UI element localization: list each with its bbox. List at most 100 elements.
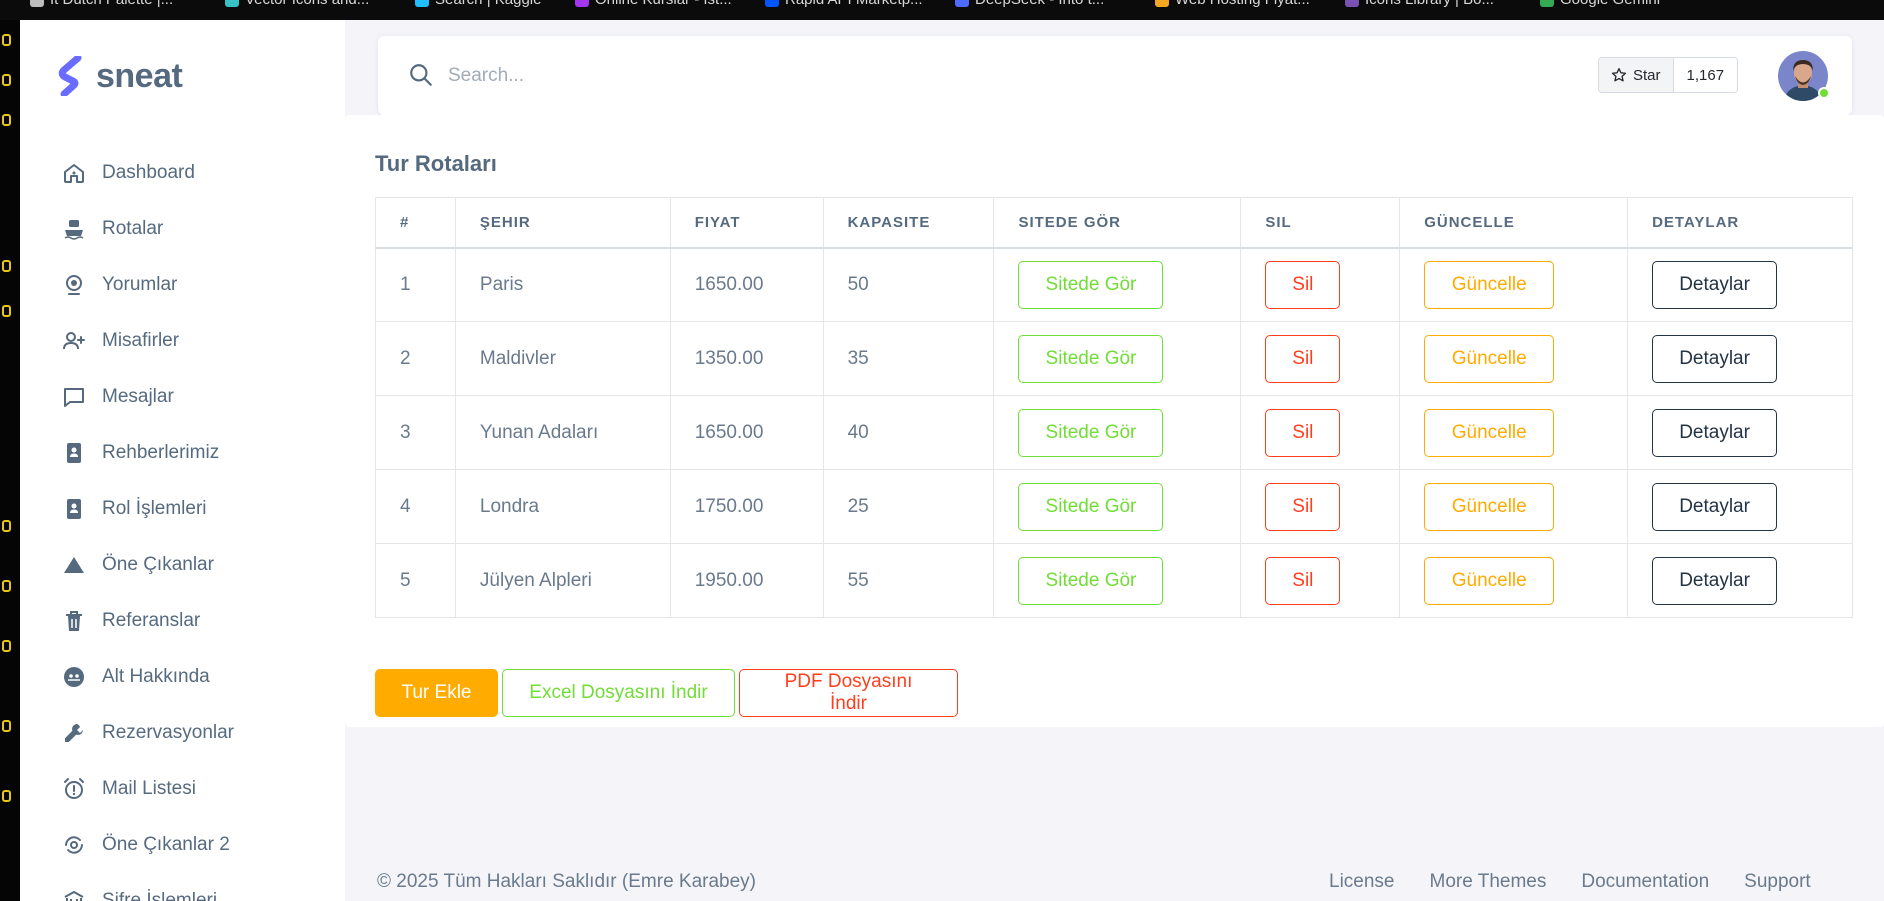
download-excel-button[interactable]: Excel Dosyasını İndir — [502, 669, 735, 717]
sidebar-item-rol-i-lemleri[interactable]: Rol İşlemleri — [60, 481, 330, 537]
bookmark-item[interactable]: Rapid API Marketp... — [765, 0, 923, 8]
footer-copyright: © 2025 Tüm Hakları Saklıdır (Emre Karabe… — [377, 871, 757, 892]
column-header[interactable]: KAPASITE — [822, 197, 995, 249]
bookmark-item[interactable]: Icons Library | Bo... — [1345, 0, 1494, 8]
dock-icon[interactable] — [2, 520, 11, 532]
sidebar-item-mesajlar[interactable]: Mesajlar — [60, 369, 330, 425]
view-on-site-button[interactable]: Sitede Gör — [1018, 408, 1164, 457]
footer-link-documentation[interactable]: Documentation — [1581, 871, 1709, 893]
sidebar-item-yorumlar[interactable]: Yorumlar — [60, 257, 330, 313]
cell-delete: Sil — [1240, 543, 1401, 618]
details-button[interactable]: Detaylar — [1652, 408, 1778, 457]
bookmark-item[interactable]: It Dutch Palette |... — [30, 0, 173, 8]
dock-icon[interactable] — [2, 640, 11, 652]
update-button[interactable]: Güncelle — [1424, 408, 1555, 457]
bookmark-favicon-icon — [1345, 0, 1359, 7]
ghost-icon — [64, 667, 84, 687]
update-button[interactable]: Güncelle — [1424, 556, 1555, 605]
column-header[interactable]: SIL — [1240, 197, 1401, 249]
bookmark-item[interactable]: Google Gemini — [1540, 0, 1660, 8]
dock-icon[interactable] — [2, 720, 11, 732]
brand[interactable]: sneat — [58, 56, 183, 96]
dock-icon[interactable] — [2, 260, 11, 272]
tour-routes-card: Tur Rotaları # ŞEHIR FIYAT KAPASITE SITEDE G… — [345, 115, 1884, 727]
sidebar-item-rehberlerimiz[interactable]: Rehberlerimiz — [60, 425, 330, 481]
sidebar-item-rotalar[interactable]: Rotalar — [60, 201, 330, 257]
sidebar-item-label: Öne Çıkanlar — [102, 554, 214, 575]
delete-button[interactable]: Sil — [1265, 556, 1341, 605]
bookmark-item[interactable]: Vector Icons and... — [225, 0, 369, 8]
sidebar-item-rezervasyonlar[interactable]: Rezervasyonlar — [60, 705, 330, 761]
bookmark-item[interactable]: DeepSeek - Into t... — [955, 0, 1104, 8]
column-header[interactable]: SITEDE GÖR — [993, 197, 1242, 249]
bookmark-label: Google Gemini — [1560, 0, 1660, 8]
details-button[interactable]: Detaylar — [1652, 482, 1778, 531]
download-pdf-button[interactable]: PDF Dosyasını İndir — [739, 669, 958, 717]
dock-icon[interactable] — [2, 790, 11, 802]
bookmark-item[interactable]: Search | Kaggle — [415, 0, 541, 8]
avatar[interactable] — [1778, 51, 1830, 101]
star-count[interactable]: 1,167 — [1673, 58, 1738, 92]
bookmark-favicon-icon — [415, 0, 429, 7]
dock-icon[interactable] — [2, 114, 11, 126]
cell-city: Yunan Adaları — [454, 395, 671, 470]
column-header[interactable]: DETAYLAR — [1627, 197, 1853, 249]
column-header[interactable]: # — [375, 197, 456, 249]
footer-link-more-themes[interactable]: More Themes — [1430, 871, 1547, 893]
delete-button[interactable]: Sil — [1265, 260, 1341, 309]
footer-link-license[interactable]: License — [1329, 871, 1395, 893]
details-button[interactable]: Detaylar — [1652, 556, 1778, 605]
column-header[interactable]: FIYAT — [669, 197, 824, 249]
dock-icon[interactable] — [2, 34, 11, 46]
sidebar-item-ne-kanlar-2[interactable]: Öne Çıkanlar 2 — [60, 817, 330, 873]
sidebar-item-dashboard[interactable]: Dashboard — [60, 145, 330, 201]
sidebar-item-mail-listesi[interactable]: Mail Listesi — [60, 761, 330, 817]
cell-price: 1750.00 — [669, 469, 824, 544]
sidebar-item-misafirler[interactable]: Misafirler — [60, 313, 330, 369]
message-icon — [64, 388, 84, 407]
cell-city: Londra — [454, 469, 671, 544]
cell-update: Güncelle — [1399, 469, 1629, 544]
app: sneat Dashboard Rotalar Yorumlar Misafirler… — [20, 20, 1884, 901]
sidebar-item-label: Şifre İşlemleri — [102, 890, 218, 901]
bookmark-favicon-icon — [30, 0, 44, 7]
view-on-site-button[interactable]: Sitede Gör — [1018, 556, 1164, 605]
add-tour-button[interactable]: Tur Ekle — [375, 669, 498, 717]
bookmark-item[interactable]: Online Kurslar - Ist... — [575, 0, 732, 8]
cell-update: Güncelle — [1399, 321, 1629, 396]
view-on-site-button[interactable]: Sitede Gör — [1018, 334, 1164, 383]
cell-capacity: 25 — [822, 469, 995, 544]
sidebar-item-referanslar[interactable]: Referanslar — [60, 593, 330, 649]
cell-capacity: 35 — [822, 321, 995, 396]
dock-icon[interactable] — [2, 305, 11, 317]
column-header[interactable]: ŞEHIR — [454, 197, 671, 249]
view-on-site-button[interactable]: Sitede Gör — [1018, 482, 1164, 531]
details-button[interactable]: Detaylar — [1652, 334, 1778, 383]
delete-button[interactable]: Sil — [1265, 482, 1341, 531]
sidebar-item-ifre-i-lemleri[interactable]: Şifre İşlemleri — [60, 873, 330, 901]
cell-view: Sitede Gör — [993, 469, 1242, 544]
update-button[interactable]: Güncelle — [1424, 482, 1555, 531]
view-on-site-button[interactable]: Sitede Gör — [1018, 260, 1164, 309]
footer-link-support[interactable]: Support — [1744, 871, 1811, 893]
dock-icon[interactable] — [2, 74, 11, 86]
star-button[interactable]: Star — [1599, 58, 1674, 92]
details-button[interactable]: Detaylar — [1652, 260, 1778, 309]
cell-update: Güncelle — [1399, 247, 1629, 322]
cell-delete: Sil — [1240, 395, 1401, 470]
search-input[interactable] — [448, 56, 1048, 96]
building-icon — [64, 891, 84, 901]
cell-capacity: 50 — [822, 247, 995, 322]
column-header[interactable]: GÜNCELLE — [1399, 197, 1629, 249]
delete-button[interactable]: Sil — [1265, 408, 1341, 457]
cell-no: 1 — [375, 247, 456, 322]
bookmark-item[interactable]: Web Hosting Fiyat... — [1155, 0, 1310, 8]
id-badge-icon — [67, 499, 81, 519]
dock-icon[interactable] — [2, 580, 11, 592]
sidebar-item-alt-hakk-nda[interactable]: Alt Hakkında — [60, 649, 330, 705]
update-button[interactable]: Güncelle — [1424, 260, 1555, 309]
update-button[interactable]: Güncelle — [1424, 334, 1555, 383]
sidebar-item-ne-kanlar[interactable]: Öne Çıkanlar — [60, 537, 330, 593]
cell-details: Detaylar — [1627, 321, 1853, 396]
delete-button[interactable]: Sil — [1265, 334, 1341, 383]
